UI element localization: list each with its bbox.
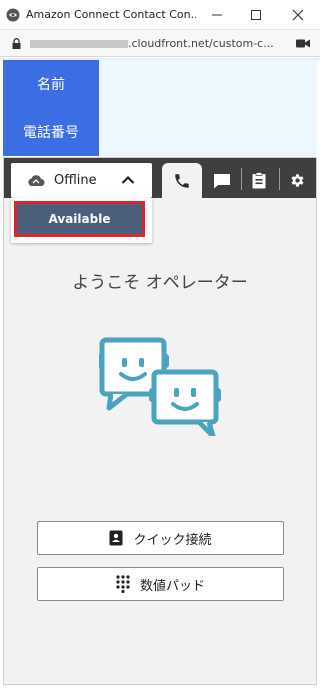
minimize-icon (212, 14, 222, 16)
camera-icon[interactable] (296, 39, 310, 48)
phone-label: 電話番号 (3, 108, 99, 156)
keypad-icon (116, 575, 130, 593)
tab-settings[interactable] (280, 163, 314, 198)
contact-control-panel: Offline Available ようこそ オペレーター クイック接続 数値パ… (3, 157, 317, 685)
url-text: .cloudfront.net/custom-c... (128, 37, 274, 50)
maximize-button[interactable] (236, 0, 276, 30)
minimize-button[interactable] (197, 0, 237, 30)
tab-phone[interactable] (162, 163, 202, 198)
agent-status-label: Offline (54, 173, 97, 188)
ccp-top-bar: Offline (4, 158, 316, 198)
status-option-available[interactable]: Available (14, 201, 145, 237)
name-label: 名前 (3, 60, 99, 108)
tab-tasks[interactable] (242, 163, 276, 198)
number-pad-label: 数値パッド (139, 578, 205, 594)
name-row: 名前 (0, 58, 320, 108)
lock-icon (12, 38, 21, 49)
gear-icon (290, 174, 304, 187)
address-bar[interactable]: .cloudfront.net/custom-c... (0, 30, 320, 57)
maximize-icon (251, 10, 261, 20)
chat-icon (214, 173, 230, 188)
phone-row: 電話番号 (0, 108, 320, 156)
chevron-up-icon (121, 175, 135, 184)
quick-connect-button[interactable]: クイック接続 (37, 521, 284, 555)
agent-status-dropdown[interactable]: Offline (11, 163, 152, 198)
url-redacted-block (30, 40, 128, 48)
number-pad-button[interactable]: 数値パッド (37, 567, 284, 601)
window-titlebar: Amazon Connect Contact Con... (0, 0, 320, 30)
close-window-button[interactable] (278, 0, 318, 30)
contact-book-icon (109, 530, 123, 546)
phone-icon (175, 173, 189, 188)
welcome-heading: ようこそ オペレーター (72, 273, 248, 293)
cloud-offline-icon (28, 175, 45, 186)
tab-chat[interactable] (205, 163, 239, 198)
name-field[interactable] (99, 60, 317, 108)
clipboard-icon (252, 172, 266, 189)
browser-app-icon (6, 8, 20, 22)
agent-status-menu: Available (11, 198, 152, 243)
quick-connect-label: クイック接続 (133, 532, 212, 548)
chat-bubbles-illustration (99, 337, 221, 436)
window-title: Amazon Connect Contact Con... (26, 8, 196, 21)
close-icon (292, 9, 304, 21)
phone-field[interactable] (99, 108, 317, 156)
